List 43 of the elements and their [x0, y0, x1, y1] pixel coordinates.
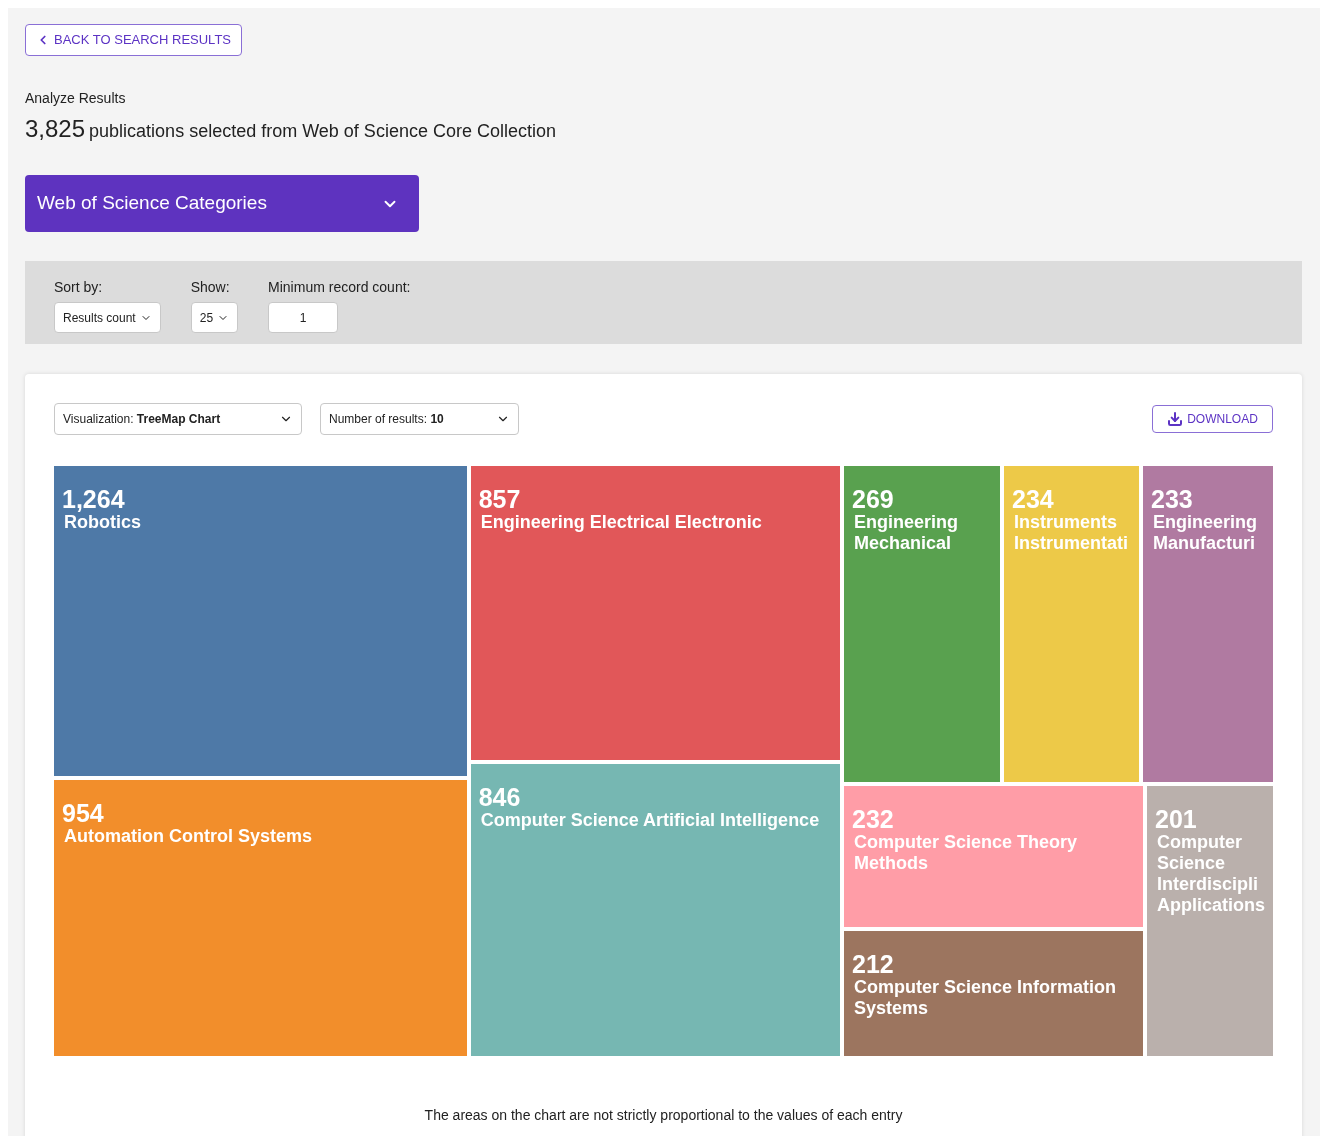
filter-select[interactable]: Results count	[54, 302, 161, 333]
tile-value: 1,264	[62, 486, 125, 512]
tile-value: 212	[852, 951, 894, 977]
treemap-tile[interactable]: 954 Automation Control Systems	[54, 780, 467, 1056]
tile-label: Engineering Mechanical	[853, 512, 959, 554]
tile-value: 954	[62, 800, 104, 826]
chart-footnote: The areas on the chart are not strictly proportional to the values of each entry	[423, 1106, 904, 1125]
tile-value: 233	[1151, 486, 1193, 512]
tile-value: 232	[852, 806, 894, 832]
filter-select[interactable]: 25	[190, 302, 239, 333]
treemap-tile[interactable]: 846 Computer Science Artificial Intelligence	[470, 764, 840, 1056]
filter-label: Minimum record count:	[268, 278, 411, 297]
category-dropdown[interactable]: Web of Science Categories	[25, 175, 419, 232]
tile-label: Computer Science Interdiscipli Applications	[1156, 832, 1265, 916]
filter-label: Sort by:	[54, 278, 104, 297]
filter-label: Show:	[190, 278, 231, 297]
visualization-select[interactable]: Visualization: TreeMap Chart	[54, 403, 302, 435]
treemap-tile[interactable]: 233 Engineering Manufacturi	[1143, 466, 1273, 782]
treemap-tile[interactable]: 269 Engineering Mechanical	[844, 466, 1000, 782]
treemap-tile[interactable]: 1,264 Robotics	[54, 466, 467, 776]
tile-label: Computer Science Theory Methods	[853, 832, 1079, 874]
tile-label: Computer Science Artificial Intelligence	[479, 810, 820, 831]
tile-label: Robotics	[63, 512, 141, 533]
tile-label: Instruments Instrumentati	[1013, 512, 1129, 554]
tile-value: 201	[1155, 806, 1197, 832]
result-summary: publications selected from Web of Science Core Collection	[89, 120, 556, 143]
tile-value: 857	[478, 486, 521, 512]
treemap-tile[interactable]: 857 Engineering Electrical Electronic	[470, 466, 840, 760]
tile-label: Computer Science Information Systems	[853, 977, 1118, 1019]
filter-input[interactable]: 1	[268, 302, 339, 333]
result-count: 3,825	[25, 114, 86, 144]
tile-value: 234	[1012, 486, 1054, 512]
tile-label: Automation Control Systems	[63, 826, 313, 847]
download-icon	[1167, 411, 1184, 427]
tile-value: 269	[852, 486, 894, 512]
treemap-tile[interactable]: 212 Computer Science Information Systems	[844, 931, 1143, 1056]
tile-value: 846	[478, 784, 521, 810]
results-select[interactable]: Number of results: 10	[320, 403, 519, 435]
back-button[interactable]: BACK TO SEARCH RESULTS	[25, 24, 242, 56]
tile-label: Engineering Electrical Electronic	[479, 512, 762, 533]
page-eyebrow: Analyze Results	[25, 89, 127, 108]
download-button[interactable]: DOWNLOAD	[1152, 405, 1273, 433]
tile-label: Engineering Manufacturi	[1152, 512, 1258, 554]
